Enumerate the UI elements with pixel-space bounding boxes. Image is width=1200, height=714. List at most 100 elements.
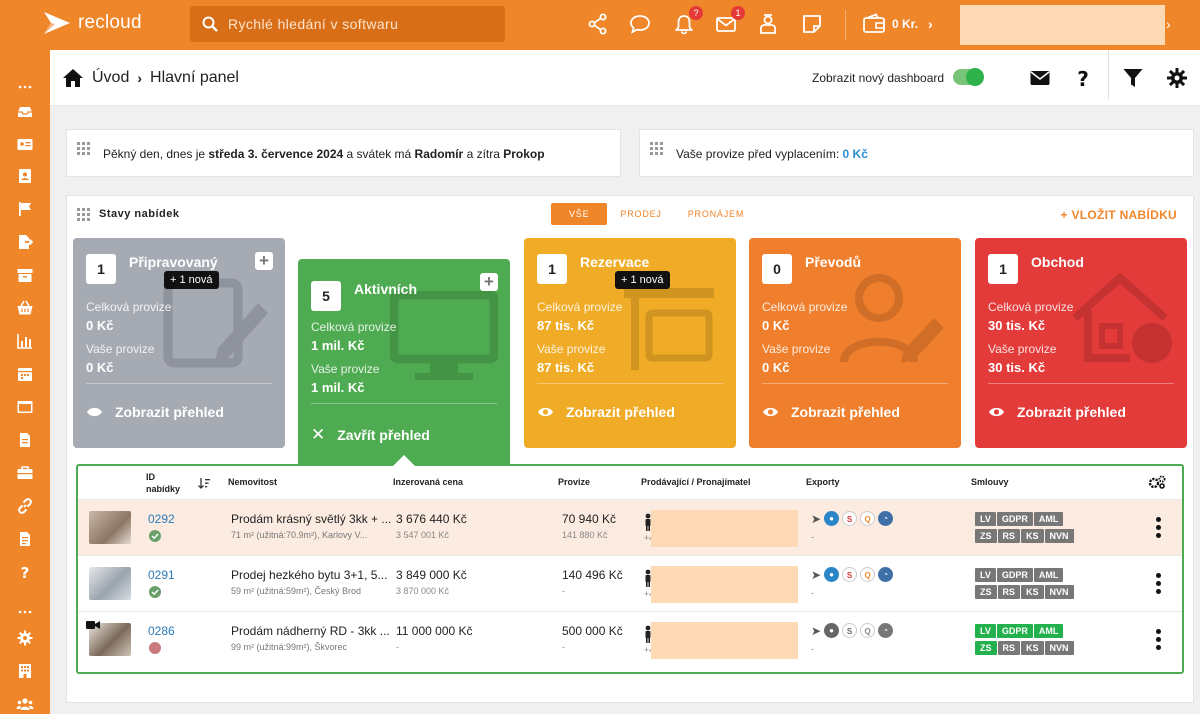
portal-s-icon[interactable]: S [842, 567, 858, 582]
portal-s-icon[interactable]: S [842, 511, 858, 526]
tag-rs[interactable]: RS [997, 529, 1021, 543]
home-icon[interactable] [62, 68, 84, 88]
calendar-icon[interactable] [16, 365, 34, 383]
tag-zs[interactable]: ZS [975, 529, 997, 543]
status-card-transfers[interactable]: 0 Převodů Celková provize 0 Kč Vaše prov… [749, 238, 961, 448]
property-title[interactable]: Prodám krásný světlý 3kk + ... [231, 512, 391, 526]
tab-all[interactable]: VŠE [551, 203, 608, 225]
portal-sreality-icon[interactable]: ● [824, 567, 840, 582]
share-icon[interactable] [587, 13, 611, 37]
tag-aml[interactable]: AML [1033, 624, 1064, 638]
portal-gauge-icon[interactable]: ◔ [878, 511, 894, 526]
portal-search-icon[interactable]: Q [860, 511, 876, 526]
grid-icon[interactable] [77, 142, 90, 155]
mail-icon[interactable]: 1 [715, 6, 745, 37]
tab-rent[interactable]: PRONÁJEM [675, 203, 757, 225]
chart-icon[interactable] [16, 332, 34, 350]
seller-info[interactable] [651, 510, 798, 547]
tag-nvn[interactable]: NVN [1044, 585, 1074, 599]
tag-lv[interactable]: LV [975, 568, 996, 582]
bell-icon[interactable]: ? [673, 6, 703, 37]
file-export-icon[interactable] [16, 233, 34, 251]
grid-icon[interactable] [77, 208, 90, 221]
tag-gdpr[interactable]: GDPR [996, 568, 1033, 582]
portal-search-icon[interactable]: Q [860, 623, 876, 638]
question-icon[interactable]: ? [1072, 67, 1094, 89]
tag-lv[interactable]: LV [975, 624, 996, 638]
show-overview-button[interactable]: Zobrazit přehled [762, 404, 900, 420]
more-icon-2[interactable] [16, 600, 34, 618]
table-row[interactable]: 0286 Prodám nádherný RD - 3kk ... 99 m² … [78, 611, 1182, 667]
add-icon[interactable]: + [255, 252, 273, 270]
tag-rs[interactable]: RS [997, 641, 1021, 655]
envelope-icon[interactable] [1029, 67, 1051, 89]
offer-id-link[interactable]: 0292 [148, 512, 175, 526]
show-overview-button[interactable]: Zobrazit přehled [988, 404, 1126, 420]
wallet-button[interactable]: 0 Kr. › [862, 13, 933, 35]
tag-gdpr[interactable]: GDPR [996, 624, 1033, 638]
portal-gauge-icon[interactable]: ◔ [878, 567, 894, 582]
flag-icon[interactable] [16, 200, 34, 218]
dashboard-toggle[interactable] [953, 68, 984, 86]
offer-id-link[interactable]: 0291 [148, 568, 175, 582]
arrow-export-icon[interactable]: ➤ [811, 512, 821, 526]
portal-sreality-icon[interactable]: ● [824, 623, 840, 638]
inbox-icon[interactable] [16, 103, 34, 121]
list-document-icon[interactable] [16, 530, 34, 548]
table-row[interactable]: 0291 Prodej hezkého bytu 3+1, 5... 59 m²… [78, 555, 1182, 611]
offer-id-link[interactable]: 0286 [148, 624, 175, 638]
user-chevron-icon[interactable]: › [1166, 16, 1171, 32]
tab-sale[interactable]: PRODEJ [607, 203, 674, 225]
archive-icon[interactable] [16, 266, 34, 284]
settings-icon[interactable] [16, 629, 34, 647]
assistant-icon[interactable] [757, 13, 781, 37]
status-card-active[interactable]: 5 Aktivních + Celková provize 1 mil. Kč … [298, 259, 510, 467]
breadcrumb-home[interactable]: Úvod [92, 69, 129, 87]
grid-icon[interactable] [650, 142, 663, 155]
filter-icon[interactable] [1122, 67, 1144, 89]
arrow-export-icon[interactable]: ➤ [811, 568, 821, 582]
building-icon[interactable] [16, 662, 34, 680]
close-overview-button[interactable]: ✕ Zavřít přehled [311, 425, 430, 445]
row-menu-icon[interactable] [1156, 517, 1162, 539]
more-icon[interactable] [16, 75, 34, 93]
row-menu-icon[interactable] [1156, 629, 1162, 651]
portal-gauge-icon[interactable]: ◔ [878, 623, 894, 638]
gear-icon[interactable] [1166, 67, 1188, 89]
portal-search-icon[interactable]: Q [860, 567, 876, 582]
search-input[interactable] [228, 16, 488, 32]
property-title[interactable]: Prodám nádherný RD - 3kk ... [231, 624, 390, 638]
help-icon[interactable]: ? [16, 563, 34, 581]
status-card-prepared[interactable]: 1 Připravovaný + + 1 nová Celková proviz… [73, 238, 285, 448]
contact-icon[interactable] [16, 167, 34, 185]
seller-info[interactable] [651, 566, 798, 603]
window-icon[interactable] [16, 398, 34, 416]
basket-icon[interactable] [16, 299, 34, 317]
logo[interactable]: recloud [42, 10, 142, 36]
show-overview-button[interactable]: Zobrazit přehled [537, 404, 675, 420]
tag-ks[interactable]: KS [1021, 585, 1044, 599]
briefcase-icon[interactable] [16, 464, 34, 482]
column-settings-icon[interactable] [1148, 475, 1166, 489]
tag-aml[interactable]: AML [1033, 568, 1064, 582]
col-seller[interactable]: Prodávající / Pronajímatel [641, 477, 751, 487]
property-thumbnail[interactable] [89, 511, 131, 544]
sort-icon[interactable] [198, 478, 210, 489]
tag-nvn[interactable]: NVN [1044, 529, 1074, 543]
tag-zs[interactable]: ZS [975, 641, 997, 655]
add-offer-button[interactable]: + VLOŽIT NABÍDKU [1061, 208, 1177, 222]
note-icon[interactable] [801, 13, 825, 37]
tag-ks[interactable]: KS [1021, 641, 1044, 655]
seller-info[interactable] [651, 622, 798, 659]
tag-nvn[interactable]: NVN [1044, 641, 1074, 655]
status-card-deal[interactable]: 1 Obchod Celková provize 30 tis. Kč Vaše… [975, 238, 1187, 448]
col-provision[interactable]: Provize [558, 477, 590, 487]
link-icon[interactable] [16, 497, 34, 515]
id-card-icon[interactable] [16, 135, 34, 153]
property-title[interactable]: Prodej hezkého bytu 3+1, 5... [231, 568, 387, 582]
tag-gdpr[interactable]: GDPR [996, 512, 1033, 526]
chat-icon[interactable] [629, 13, 653, 37]
document-icon[interactable] [16, 431, 34, 449]
row-menu-icon[interactable] [1156, 573, 1162, 595]
col-property[interactable]: Nemovitost [228, 477, 277, 487]
